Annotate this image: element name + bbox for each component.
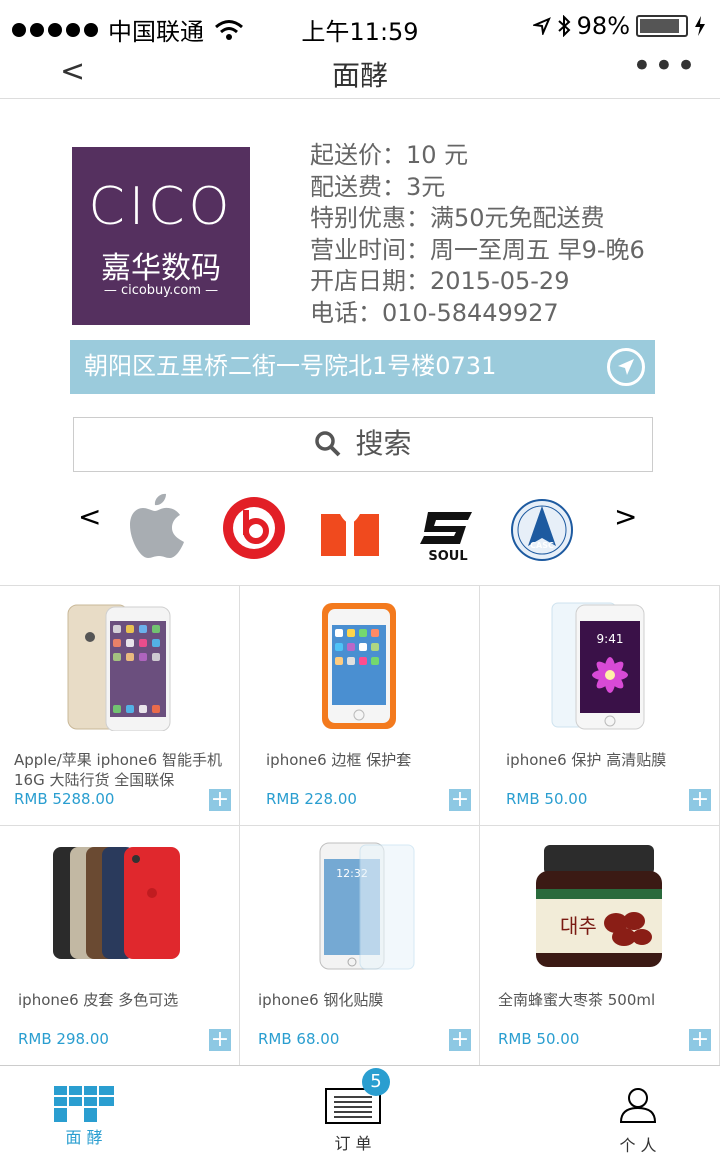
svg-text:SOUL: SOUL: [428, 549, 467, 562]
svg-text:CASC: CASC: [530, 541, 554, 550]
product-price: RMB 50.00: [498, 1030, 580, 1048]
store-info: 起送价：10 元 配送费：3元 特别优惠：满50元免配送费 营业时间：周一至周五…: [310, 140, 645, 329]
order-count-badge: 5: [362, 1068, 390, 1096]
add-to-cart-button[interactable]: +: [689, 1029, 711, 1051]
product-price: RMB 50.00: [506, 790, 588, 808]
bluetooth-icon: [557, 15, 571, 37]
product-card[interactable]: 대추 全南蜂蜜大枣茶 500ml RMB 50.00 +: [480, 826, 720, 1066]
soul-logo-icon[interactable]: SOUL: [416, 490, 480, 564]
page-title: 面酵: [331, 59, 388, 92]
product-price: RMB 68.00: [258, 1030, 340, 1048]
iphone6-gold-image: [50, 601, 190, 732]
monster-logo-icon[interactable]: [318, 490, 382, 562]
iphone-tempered-glass-image: 12:32: [290, 841, 430, 971]
svg-text:대추: 대추: [560, 914, 597, 938]
add-to-cart-button[interactable]: +: [449, 1029, 471, 1051]
address-text: 朝阳区五里桥二街一号院北1号楼0731: [84, 352, 497, 380]
iphone-screen-film-image: 9:41: [530, 601, 670, 731]
product-price: RMB 228.00: [266, 790, 357, 808]
product-card[interactable]: iphone6 边框 保护套 RMB 228.00 +: [240, 586, 480, 826]
product-price: RMB 298.00: [18, 1030, 109, 1048]
tab-home-label: 面 酵: [65, 1128, 103, 1147]
status-right: 98%: [532, 12, 706, 40]
iphone-orange-bumper-image: [290, 601, 430, 731]
casc-logo-icon[interactable]: CASC: [510, 490, 574, 562]
tab-profile[interactable]: 个 人: [578, 1086, 698, 1156]
product-name: iphone6 钢化贴膜: [258, 991, 384, 1009]
brand-prev-button[interactable]: <: [78, 500, 101, 533]
open-date: 开店日期：2015-05-29: [310, 267, 570, 295]
product-price: RMB 5288.00: [14, 790, 115, 808]
product-name: iphone6 皮套 多色可选: [18, 991, 179, 1009]
logo-url: — cicobuy.com —: [103, 283, 219, 298]
promotion: 特别优惠：满50元免配送费: [310, 204, 605, 232]
tab-orders[interactable]: 订 单: [293, 1086, 413, 1154]
product-name: iphone6 保护 高清贴膜: [506, 751, 667, 769]
delivery-fee: 配送费：3元: [310, 172, 446, 201]
grid-icon: [54, 1086, 114, 1122]
phone-number[interactable]: 电话：010-58449927: [310, 298, 645, 330]
search-label: 搜索: [355, 427, 412, 460]
add-to-cart-button[interactable]: +: [209, 789, 231, 811]
person-icon: [619, 1088, 657, 1123]
tab-bar: 面 酵 订 单 个 人: [0, 1065, 720, 1166]
product-card[interactable]: 9:41 iphone6 保护 高清贴膜 RMB 50.00 +: [480, 586, 720, 826]
tab-profile-label: 个 人: [619, 1136, 657, 1155]
product-card[interactable]: 12:32 iphone6 钢化贴膜 RMB 68.00 +: [240, 826, 480, 1066]
search-icon: [314, 431, 340, 457]
tab-home[interactable]: 面 酵: [24, 1086, 144, 1148]
min-order: 起送价：10 元: [310, 141, 469, 169]
address-bar[interactable]: 朝阳区五里桥二街一号院北1号楼0731: [70, 340, 655, 394]
logo-text: CICO: [88, 177, 234, 237]
nav-bar: < 面酵 •••: [0, 46, 720, 99]
jujube-tea-jar-image: 대추: [530, 841, 670, 971]
business-hours: 营业时间：周一至周五 早9-晚6: [310, 235, 645, 264]
brand-next-button[interactable]: >: [614, 500, 637, 533]
product-name: 全南蜂蜜大枣茶 500ml: [498, 991, 656, 1009]
battery-icon: [636, 15, 688, 37]
navigation-icon[interactable]: [607, 348, 645, 386]
add-to-cart-button[interactable]: +: [689, 789, 711, 811]
product-grid: Apple/苹果 iphone6 智能手机 16G 大陆行货 全国联保 RMB …: [0, 585, 720, 1066]
product-card[interactable]: iphone6 皮套 多色可选 RMB 298.00 +: [0, 826, 240, 1066]
charging-icon: [695, 16, 705, 36]
brand-carousel: < SOUL CASC >: [0, 480, 720, 570]
tab-orders-label: 订 单: [334, 1134, 372, 1153]
product-name: Apple/苹果 iphone6 智能手机 16G 大陆行货 全国联保: [14, 751, 222, 789]
battery-percent: 98%: [576, 12, 630, 40]
product-card[interactable]: Apple/苹果 iphone6 智能手机 16G 大陆行货 全国联保 RMB …: [0, 586, 240, 826]
more-button[interactable]: •••: [632, 46, 698, 86]
location-arrow-icon: [532, 17, 551, 35]
product-name: iphone6 边框 保护套: [266, 751, 412, 769]
iphone-leather-cases-image: [50, 841, 190, 971]
logo-cn: 嘉华数码: [101, 251, 221, 286]
search-box[interactable]: 搜索: [73, 417, 653, 472]
beats-logo-icon[interactable]: [222, 490, 286, 562]
store-logo: CICO 嘉华数码 — cicobuy.com —: [72, 147, 250, 325]
add-to-cart-button[interactable]: +: [209, 1029, 231, 1051]
status-bar: 中国联通 上午11:59 98%: [0, 0, 720, 52]
apple-logo-icon[interactable]: [128, 490, 192, 562]
add-to-cart-button[interactable]: +: [449, 789, 471, 811]
svg-text:9:41: 9:41: [597, 632, 624, 646]
